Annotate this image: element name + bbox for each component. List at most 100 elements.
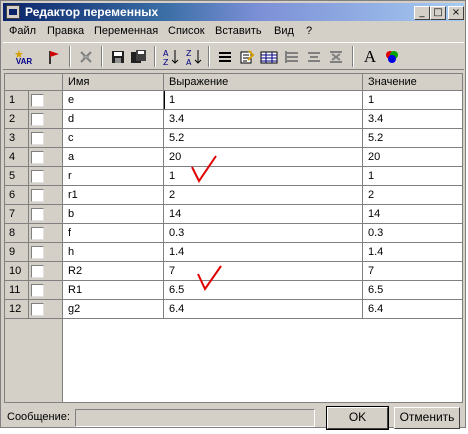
title-bar[interactable]: Редактор переменных _ □ ×	[3, 3, 464, 21]
status-bar: Сообщение: OK Отменить	[3, 406, 464, 430]
window-title: Редактор переменных	[25, 5, 159, 19]
row-checkbox[interactable]	[31, 246, 44, 259]
value-cell: 1	[363, 91, 462, 110]
font-icon[interactable]: A	[359, 46, 381, 68]
message-field	[75, 409, 315, 427]
row-select-cell	[29, 186, 63, 205]
row-number: 4	[5, 148, 29, 167]
merge-icon[interactable]	[325, 46, 347, 68]
menu-insert[interactable]: Вставить	[215, 25, 262, 37]
menu-file[interactable]: Файл	[9, 25, 36, 37]
variable-name-cell[interactable]: g2	[63, 300, 164, 319]
row-checkbox[interactable]	[31, 227, 44, 240]
save-icon[interactable]	[107, 46, 129, 68]
row-checkbox[interactable]	[31, 284, 44, 297]
menu-help[interactable]: ?	[306, 25, 312, 37]
header-value[interactable]: Значение	[363, 74, 462, 91]
row-select-cell	[29, 262, 63, 281]
ok-button[interactable]: OK	[326, 406, 389, 430]
row-checkbox[interactable]	[31, 208, 44, 221]
maximize-button[interactable]: □	[430, 6, 446, 20]
value-cell: 0.3	[363, 224, 462, 243]
variable-name-cell[interactable]: a	[63, 148, 164, 167]
menu-variable[interactable]: Переменная	[94, 25, 158, 37]
menu-edit[interactable]: Правка	[47, 25, 84, 37]
expression-cell[interactable]: 0.3	[164, 224, 363, 243]
row-number: 5	[5, 167, 29, 186]
new-variable-icon[interactable]: ★ VAR	[11, 46, 37, 68]
table-icon[interactable]	[258, 46, 280, 68]
variables-grid: Имя Выражение Значение 1 e 1 1 2 d 3.4 3.4 3 c 5.2…	[4, 73, 463, 403]
variable-name-cell[interactable]: R1	[63, 281, 164, 300]
variable-name-cell[interactable]: e	[63, 91, 164, 110]
svg-text:Z: Z	[186, 49, 192, 58]
row-select-cell	[29, 148, 63, 167]
expression-cell[interactable]: 1	[164, 91, 363, 110]
value-cell: 6.4	[363, 300, 462, 319]
row-checkbox[interactable]	[31, 265, 44, 278]
header-corner	[5, 74, 63, 91]
minimize-button[interactable]: _	[414, 6, 430, 20]
menu-bar: Файл Правка Переменная Список Вставить В…	[3, 22, 464, 40]
menu-view[interactable]: Вид	[274, 25, 294, 37]
row-number: 11	[5, 281, 29, 300]
row-number: 7	[5, 205, 29, 224]
align-icon[interactable]	[303, 46, 325, 68]
expression-cell[interactable]: 3.4	[164, 110, 363, 129]
row-select-cell	[29, 167, 63, 186]
row-number: 8	[5, 224, 29, 243]
sort-descending-icon[interactable]: ZA	[183, 46, 205, 68]
value-cell: 3.4	[363, 110, 462, 129]
expression-cell[interactable]: 5.2	[164, 129, 363, 148]
row-checkbox[interactable]	[31, 132, 44, 145]
variable-name-cell[interactable]: f	[63, 224, 164, 243]
row-select-cell	[29, 243, 63, 262]
header-name[interactable]: Имя	[63, 74, 164, 91]
svg-text:A: A	[186, 58, 192, 66]
value-cell: 6.5	[363, 281, 462, 300]
row-checkbox[interactable]	[31, 94, 44, 107]
close-button[interactable]: ×	[448, 6, 464, 20]
expression-cell[interactable]: 14	[164, 205, 363, 224]
flag-icon[interactable]	[43, 46, 65, 68]
variable-name-cell[interactable]: r1	[63, 186, 164, 205]
row-checkbox[interactable]	[31, 113, 44, 126]
expression-cell[interactable]: 6.4	[164, 300, 363, 319]
variable-name-cell[interactable]: h	[63, 243, 164, 262]
row-number: 9	[5, 243, 29, 262]
variable-name-cell[interactable]: c	[63, 129, 164, 148]
toolbar: ★ VAR AZ ZA A	[3, 42, 464, 70]
save-all-icon[interactable]	[128, 46, 150, 68]
insert-row-icon[interactable]	[281, 46, 303, 68]
menu-list[interactable]: Список	[168, 25, 205, 37]
row-checkbox[interactable]	[31, 189, 44, 202]
row-checkbox[interactable]	[31, 303, 44, 316]
expression-cell[interactable]: 1.4	[164, 243, 363, 262]
annotation-checkmark-1	[191, 155, 217, 183]
row-select-cell	[29, 300, 63, 319]
expression-cell[interactable]: 7	[164, 262, 363, 281]
row-select-cell	[29, 205, 63, 224]
svg-text:Z: Z	[163, 58, 169, 66]
list-icon[interactable]	[214, 46, 236, 68]
cancel-button[interactable]: Отменить	[394, 407, 460, 429]
variable-name-cell[interactable]: r	[63, 167, 164, 186]
row-checkbox[interactable]	[31, 151, 44, 164]
expression-cell[interactable]: 2	[164, 186, 363, 205]
sort-ascending-icon[interactable]: AZ	[160, 46, 182, 68]
expression-cell[interactable]: 6.5	[164, 281, 363, 300]
delete-icon[interactable]	[75, 46, 97, 68]
header-expression[interactable]: Выражение	[164, 74, 363, 91]
variable-name-cell[interactable]: d	[63, 110, 164, 129]
row-checkbox[interactable]	[31, 170, 44, 183]
color-icon[interactable]	[381, 46, 403, 68]
row-number: 6	[5, 186, 29, 205]
row-number: 2	[5, 110, 29, 129]
app-icon	[6, 5, 20, 19]
value-cell: 20	[363, 148, 462, 167]
variable-name-cell[interactable]: b	[63, 205, 164, 224]
variable-name-cell[interactable]: R2	[63, 262, 164, 281]
row-select-cell	[29, 129, 63, 148]
edit-icon[interactable]	[236, 46, 258, 68]
value-cell: 7	[363, 262, 462, 281]
